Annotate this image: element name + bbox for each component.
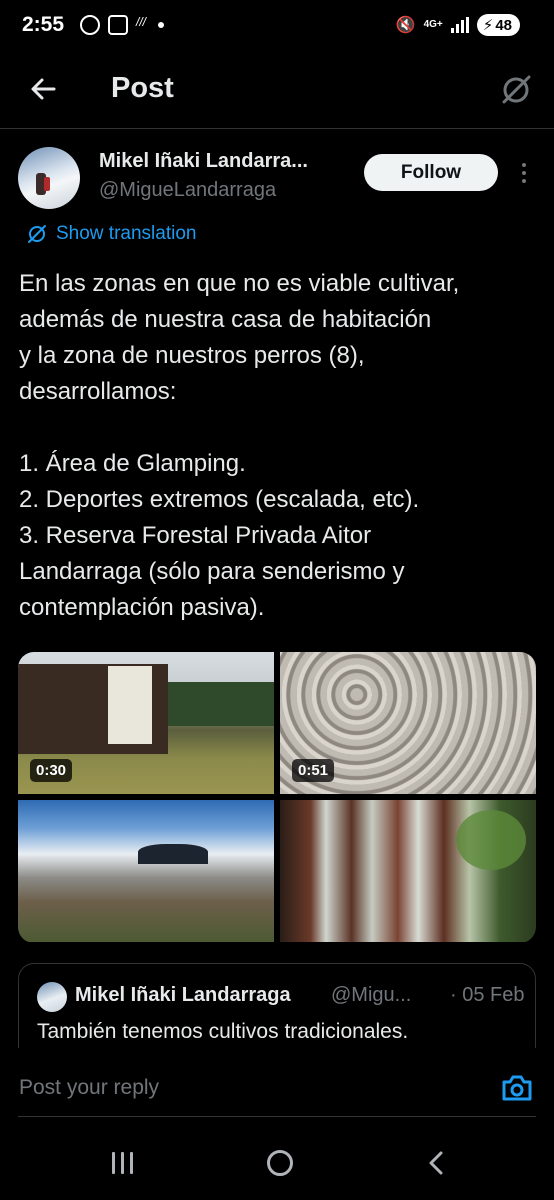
top-app-bar: Post	[0, 60, 554, 118]
show-translation-link[interactable]: Show translation	[26, 223, 196, 245]
back-button[interactable]	[26, 72, 60, 106]
header-divider	[0, 128, 554, 129]
grok-button[interactable]	[496, 70, 536, 110]
screenshot-icon	[108, 15, 128, 35]
battery-level: 48	[495, 16, 512, 34]
recent-apps-icon	[112, 1152, 115, 1174]
status-time: 2:55	[22, 13, 65, 36]
translation-label: Show translation	[56, 223, 197, 244]
chevron-left-icon	[429, 1151, 443, 1175]
author-handle[interactable]: @MigueLandarraga	[99, 179, 276, 202]
network-type: 4G+	[423, 19, 443, 30]
video-duration: 0:30	[30, 759, 73, 782]
quote-author-name: Mikel Iñaki Landarraga	[75, 984, 291, 1006]
author-avatar[interactable]	[18, 147, 80, 209]
system-back-button[interactable]	[425, 1150, 449, 1176]
more-icon	[522, 163, 526, 167]
author-name[interactable]: Mikel Iñaki Landarra...	[99, 150, 308, 173]
battery-indicator: ⚡ 48	[476, 14, 520, 36]
quote-date: · 05 Feb	[450, 984, 525, 1006]
home-button[interactable]	[267, 1150, 293, 1176]
grok-icon	[502, 75, 531, 104]
data-saver-icon: ///	[136, 15, 147, 29]
mute-icon: 🔇	[395, 17, 416, 34]
quote-author-handle: @Migu...	[331, 984, 412, 1006]
reply-bar: Post your reply	[0, 1048, 554, 1130]
signal-icon	[450, 17, 469, 33]
reply-input[interactable]: Post your reply	[19, 1076, 159, 1100]
media-photo-1[interactable]	[18, 800, 274, 942]
media-photo-2[interactable]	[280, 800, 536, 942]
back-arrow-icon	[31, 78, 56, 100]
camera-icon	[502, 1075, 532, 1101]
post-text: En las zonas en que no es viable cultiva…	[19, 270, 460, 621]
page-title: Post	[111, 72, 174, 104]
media-video-1[interactable]: 0:30	[18, 652, 274, 794]
camera-button[interactable]	[500, 1072, 534, 1104]
quote-avatar	[37, 982, 67, 1012]
charging-icon: ⚡	[482, 17, 494, 34]
media-grid: 0:30 0:51	[18, 652, 536, 943]
video-duration: 0:51	[292, 759, 335, 782]
media-video-2[interactable]: 0:51	[280, 652, 536, 794]
dot-icon	[158, 22, 165, 28]
quote-text: También tenemos cultivos tradicionales.	[37, 1020, 409, 1043]
reply-divider	[18, 1116, 536, 1117]
follow-button[interactable]: Follow	[364, 154, 498, 191]
notification-icon	[80, 15, 100, 35]
translate-icon	[28, 225, 46, 243]
notification-icons: ///	[80, 15, 165, 35]
system-nav-bar	[0, 1130, 554, 1200]
status-bar: 2:55 /// 🔇 4G+ ⚡ 48	[0, 0, 554, 52]
system-icons: 🔇 4G+ ⚡ 48	[396, 14, 520, 36]
more-options-button[interactable]	[514, 160, 534, 186]
recent-apps-button[interactable]	[112, 1152, 133, 1174]
